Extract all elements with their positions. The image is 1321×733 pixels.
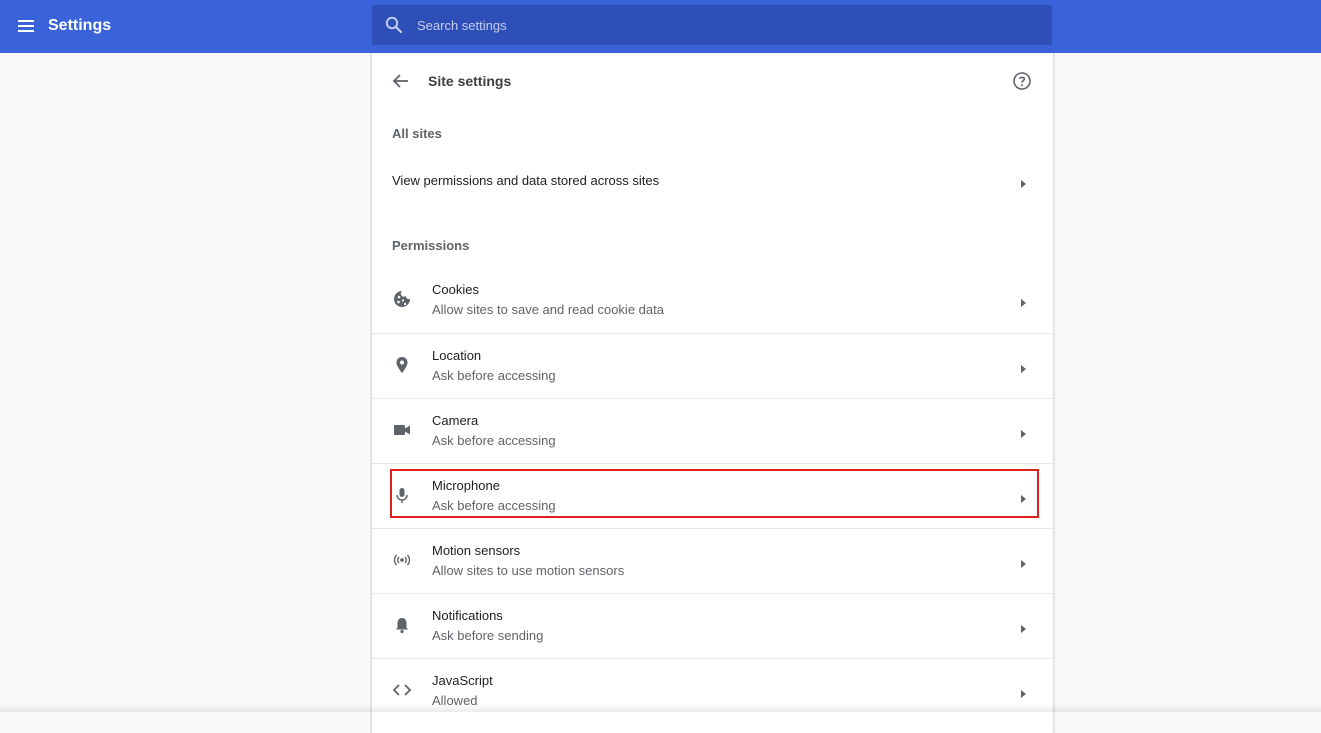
page-header: Site settings <box>372 53 1053 109</box>
microphone-icon <box>392 485 412 505</box>
motion-sensors-icon <box>392 550 412 570</box>
permission-title: Cookies <box>432 282 479 297</box>
search-input[interactable] <box>417 5 1037 45</box>
chevron-right-icon <box>1018 176 1028 188</box>
chevron-right-icon <box>1018 621 1028 633</box>
permission-row-javascript[interactable]: JavaScript Allowed <box>372 658 1053 724</box>
permissions-heading: Permissions <box>392 238 470 253</box>
top-toolbar: Settings <box>0 0 1321 53</box>
search-icon <box>384 15 404 35</box>
help-circle-icon[interactable] <box>1012 71 1032 91</box>
permission-title: Camera <box>432 413 479 428</box>
permission-title: JavaScript <box>432 673 493 688</box>
permission-subtitle: Ask before accessing <box>432 433 556 448</box>
camera-icon <box>392 420 412 440</box>
location-pin-icon <box>392 355 412 375</box>
permission-row-notifications[interactable]: Notifications Ask before sending <box>372 593 1053 659</box>
permission-subtitle: Ask before sending <box>432 628 544 643</box>
permission-subtitle: Ask before accessing <box>432 498 556 513</box>
page-title: Site settings <box>428 73 512 89</box>
cookie-icon <box>392 289 412 309</box>
arrow-left-icon[interactable] <box>390 70 412 92</box>
permission-title: Motion sensors <box>432 543 521 558</box>
bell-icon <box>392 615 412 635</box>
permission-subtitle: Allow sites to save and read cookie data <box>432 302 664 317</box>
hamburger-menu-icon[interactable] <box>13 13 39 39</box>
permission-subtitle: Ask before accessing <box>432 368 556 383</box>
chevron-right-icon <box>1018 361 1028 373</box>
permission-title: Notifications <box>432 608 503 623</box>
permission-title: Location <box>432 348 482 363</box>
chevron-right-icon <box>1018 686 1028 698</box>
code-brackets-icon <box>392 680 412 700</box>
site-settings-card: Site settings All sites View permissions… <box>371 53 1054 733</box>
all-sites-heading: All sites <box>392 126 442 141</box>
permission-row-location[interactable]: Location Ask before accessing <box>372 333 1053 399</box>
chevron-right-icon <box>1018 491 1028 503</box>
permission-row-motion-sensors[interactable]: Motion sensors Allow sites to use motion… <box>372 528 1053 594</box>
view-all-sites-label: View permissions and data stored across … <box>392 173 660 188</box>
view-all-sites-row[interactable]: View permissions and data stored across … <box>372 156 1053 206</box>
permission-subtitle: Allowed <box>432 693 478 708</box>
search-box[interactable] <box>372 5 1052 45</box>
permission-row-microphone[interactable]: Microphone Ask before accessing <box>372 463 1053 529</box>
permission-row-cookies[interactable]: Cookies Allow sites to save and read coo… <box>372 268 1053 333</box>
permission-subtitle: Allow sites to use motion sensors <box>432 563 625 578</box>
app-title: Settings <box>48 17 112 34</box>
chevron-right-icon <box>1018 426 1028 438</box>
permission-row-camera[interactable]: Camera Ask before accessing <box>372 398 1053 464</box>
chevron-right-icon <box>1018 295 1028 307</box>
permission-title: Microphone <box>432 478 500 493</box>
chevron-right-icon <box>1018 556 1028 568</box>
